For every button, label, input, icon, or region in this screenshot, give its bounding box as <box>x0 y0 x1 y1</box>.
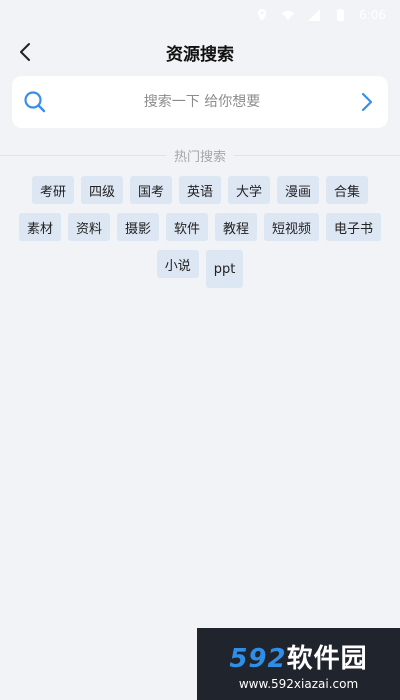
watermark-logo: 592软件园 <box>229 638 367 675</box>
hot-tag[interactable]: 国考 <box>129 176 172 204</box>
battery-icon <box>337 9 345 21</box>
search-icon[interactable] <box>22 89 48 115</box>
location-icon <box>258 9 267 21</box>
hot-tag[interactable]: 漫画 <box>277 176 320 204</box>
hot-tag[interactable]: ppt <box>205 250 244 288</box>
hot-tag[interactable]: 考研 <box>31 176 74 204</box>
hot-tag[interactable]: 合集 <box>326 176 369 204</box>
hot-tag[interactable]: 四级 <box>80 176 123 204</box>
search-bar <box>12 76 388 128</box>
status-bar: 6:06 <box>0 0 400 30</box>
hot-search-title: 热门搜索 <box>0 146 400 165</box>
hot-tag[interactable]: 大学 <box>228 176 271 204</box>
watermark-logo-text: 软件园 <box>286 643 368 674</box>
hot-search-label: 热门搜索 <box>165 150 234 165</box>
hot-tag[interactable]: 素材 <box>18 213 61 241</box>
page-title: 资源搜索 <box>166 44 234 65</box>
signal-icon <box>308 9 321 21</box>
hot-tag[interactable]: 资料 <box>67 213 110 241</box>
hot-tag[interactable]: 短视频 <box>264 213 320 241</box>
chevron-right-icon[interactable] <box>356 91 378 113</box>
hot-tag[interactable]: 电子书 <box>326 213 382 241</box>
hot-tag[interactable]: 小说 <box>156 250 199 278</box>
watermark-logo-number: 592 <box>229 643 287 674</box>
header: 资源搜索 <box>0 30 400 74</box>
back-button[interactable] <box>10 36 42 68</box>
hot-tag[interactable]: 教程 <box>215 213 258 241</box>
hot-tag[interactable]: 英语 <box>178 176 221 204</box>
chevron-left-icon <box>20 43 30 61</box>
watermark: 592软件园 www.592xiazai.com <box>197 628 400 700</box>
wifi-icon <box>282 10 295 20</box>
status-time: 6:06 <box>359 8 386 22</box>
watermark-url: www.592xiazai.com <box>238 676 359 691</box>
hot-tag[interactable]: 软件 <box>165 213 208 241</box>
search-input[interactable] <box>48 94 356 110</box>
hot-tags: 考研 四级 国考 英语 大学 漫画 合集 素材 资料 摄影 软件 教程 短视频 … <box>8 176 392 288</box>
hot-tag[interactable]: 摄影 <box>116 213 159 241</box>
